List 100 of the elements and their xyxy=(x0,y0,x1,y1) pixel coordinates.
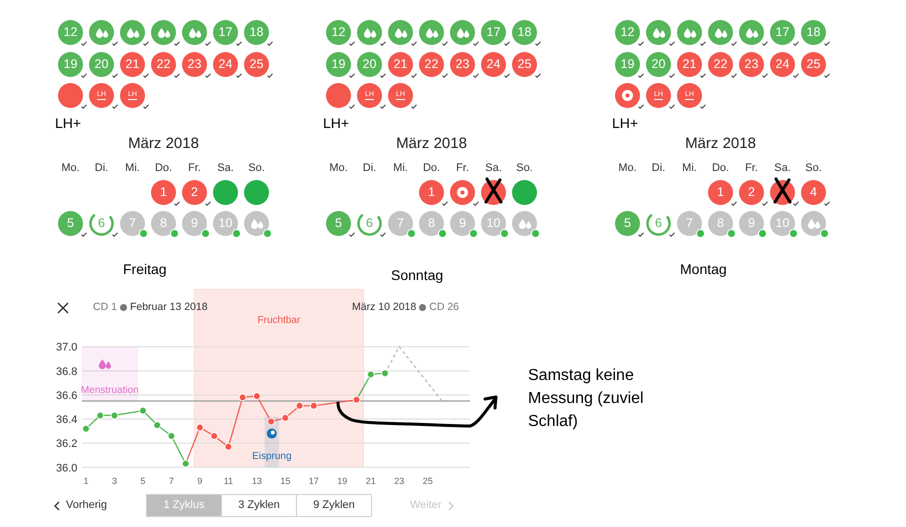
weekday-label: Do. xyxy=(154,160,172,174)
data-point xyxy=(366,370,375,378)
data-point xyxy=(224,443,232,451)
weekday-label: Mi. xyxy=(393,160,408,174)
drops-icon xyxy=(806,218,820,230)
data-point xyxy=(139,406,147,414)
band-label: Eisprung xyxy=(252,451,292,462)
drops-icon xyxy=(98,359,112,370)
day-caption: Freitag xyxy=(123,260,167,278)
data-point xyxy=(296,402,304,410)
calendar-day[interactable]: 7 xyxy=(388,211,413,236)
data-point xyxy=(110,412,118,420)
axis-label: 11 xyxy=(224,476,234,486)
axis-label: 36.4 xyxy=(56,414,78,426)
month-title: März 2018 xyxy=(396,134,467,152)
calendar-day[interactable]: 9 xyxy=(182,211,207,236)
drops-icon xyxy=(362,27,376,38)
weekday-label: Mo. xyxy=(61,160,80,174)
drops-icon xyxy=(518,218,532,230)
axis-label: 7 xyxy=(168,476,174,486)
calendar-day[interactable]: 9 xyxy=(450,211,475,236)
drops-icon xyxy=(744,27,758,38)
end-date: März 10 2018 xyxy=(352,300,416,315)
calendar-day[interactable]: 7 xyxy=(677,211,702,236)
calendar-day[interactable]: 10 xyxy=(481,211,506,236)
calendar-day[interactable]: 10 xyxy=(213,211,238,236)
weekday-label: Do. xyxy=(422,160,440,174)
weekday-label: Fr. xyxy=(456,160,469,174)
ovulation-icon xyxy=(266,428,277,439)
data-point xyxy=(96,412,104,420)
lh-label: LH+ xyxy=(55,114,82,132)
cycle-day-label: CD 26 xyxy=(429,300,459,315)
weekday-label: Mi. xyxy=(125,160,140,174)
data-point xyxy=(282,414,290,422)
data-point xyxy=(310,402,318,410)
axis-label: 36.8 xyxy=(56,366,78,378)
axis-label: 21 xyxy=(366,476,376,486)
drops-icon xyxy=(652,27,666,38)
drops-icon xyxy=(424,27,438,38)
weekday-label: Mo. xyxy=(618,160,637,174)
start-date: Februar 13 2018 xyxy=(130,300,208,315)
drops-icon xyxy=(94,27,108,38)
data-point xyxy=(253,392,261,400)
data-point xyxy=(182,460,190,468)
axis-label: 37.0 xyxy=(56,342,78,354)
data-point xyxy=(196,424,204,432)
lh-label: LH+ xyxy=(612,114,638,132)
data-point xyxy=(352,396,360,404)
weekday-label: Sa. xyxy=(485,160,502,174)
chart-band xyxy=(82,346,138,401)
data-point xyxy=(267,418,275,426)
close-icon[interactable] xyxy=(57,302,69,314)
target-icon xyxy=(621,89,634,102)
data-point xyxy=(381,369,389,378)
weekday-label: Di. xyxy=(362,160,376,174)
target-icon xyxy=(456,186,469,199)
data-point xyxy=(210,432,218,440)
calendar-day[interactable]: 8 xyxy=(419,211,444,236)
weekday-label: Fr. xyxy=(745,160,758,174)
calendar-day[interactable]: 9 xyxy=(739,211,764,236)
calendar-day[interactable]: 10 xyxy=(770,211,795,236)
band-label: Menstruation xyxy=(80,384,139,396)
axis-label: 13 xyxy=(252,476,262,486)
drops-icon xyxy=(682,27,696,38)
weekday-label: Mi. xyxy=(682,160,697,174)
annotation-note: Samstag keine Messung (zuviel Schlaf) xyxy=(528,366,645,432)
month-title: März 2018 xyxy=(128,134,199,152)
cycle-day-label: CD 1 xyxy=(93,300,117,315)
previous-button[interactable]: Vorherig xyxy=(54,497,107,514)
lh-label: LH+ xyxy=(323,114,350,132)
calendar-day[interactable]: 8 xyxy=(708,211,733,236)
axis-label: 9 xyxy=(197,476,202,486)
axis-label: 15 xyxy=(280,476,290,486)
band-label: Fruchtbar xyxy=(258,315,300,326)
axis-label: 3 xyxy=(112,476,117,486)
drops-icon xyxy=(126,27,140,38)
chevron-left-icon xyxy=(54,500,60,510)
data-point xyxy=(153,421,161,429)
drops-icon xyxy=(188,27,202,38)
axis-label: 19 xyxy=(337,476,348,486)
axis-label: 25 xyxy=(422,476,433,486)
data-point xyxy=(168,432,176,440)
axis-label: 36.2 xyxy=(56,438,78,450)
calendar-day[interactable]: 8 xyxy=(151,211,176,236)
weekday-label: So. xyxy=(516,160,533,174)
drops-icon xyxy=(394,27,408,38)
axis-label: 23 xyxy=(394,476,404,486)
weekday-label: Di. xyxy=(94,160,108,174)
range-tab[interactable]: 3 Zyklen xyxy=(220,494,297,517)
axis-label: 5 xyxy=(140,476,146,486)
range-tab[interactable]: 1 Zyklus xyxy=(146,494,222,517)
range-tab[interactable]: 9 Zyklen xyxy=(296,494,372,517)
axis-label: 36.0 xyxy=(56,462,78,474)
weekday-label: Do. xyxy=(712,160,730,174)
drops-icon xyxy=(456,27,470,38)
month-title: März 2018 xyxy=(685,134,756,152)
day-caption: Montag xyxy=(680,260,727,278)
axis-label: 17 xyxy=(308,476,319,486)
weekday-label: So. xyxy=(248,160,265,174)
calendar-day[interactable]: 7 xyxy=(120,211,145,236)
